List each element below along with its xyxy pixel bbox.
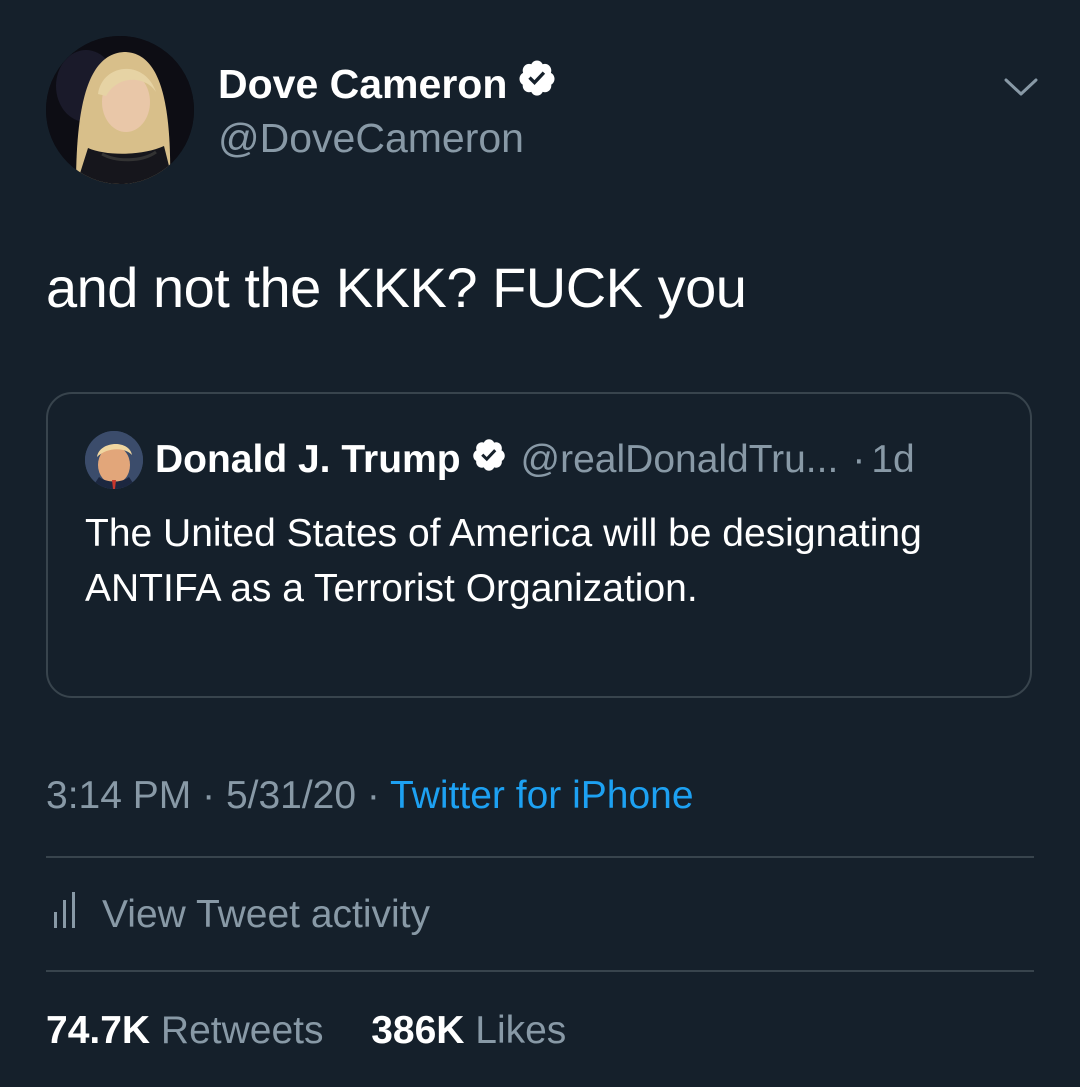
author-display-name[interactable]: Dove Cameron — [218, 58, 557, 110]
retweets-count: 74.7K — [46, 1009, 151, 1052]
author-avatar[interactable] — [46, 36, 194, 184]
likes-stat[interactable]: 386K Likes — [371, 1009, 566, 1052]
chevron-down-icon[interactable] — [1000, 70, 1042, 106]
divider — [46, 970, 1034, 972]
tweet-stats: 74.7K Retweets 386K Likes — [46, 1004, 566, 1058]
tweet-source-link[interactable]: Twitter for iPhone — [390, 774, 693, 817]
tweet-meta: 3:14 PM · 5/31/20 · Twitter for iPhone — [46, 770, 694, 822]
tweet-date: 5/31/20 — [225, 774, 357, 817]
quoted-tweet-text: The United States of America will be des… — [85, 512, 922, 610]
view-tweet-activity-button[interactable]: View Tweet activity — [52, 888, 430, 942]
tweet-text: and not the KKK? FUCK you — [46, 256, 747, 319]
separator-dot: · — [852, 438, 866, 481]
verified-badge-icon — [517, 58, 557, 110]
view-tweet-activity-label: View Tweet activity — [102, 893, 431, 936]
retweets-label: Retweets — [160, 1009, 324, 1052]
author-avatar-image — [46, 36, 194, 184]
quoted-author-handle: @realDonaldTru... — [520, 438, 839, 481]
verified-badge-icon — [471, 437, 507, 483]
quoted-tweet-header: Donald J. Trump @realDonaldTru... · 1d — [155, 434, 915, 486]
quoted-author-avatar — [85, 431, 143, 489]
likes-count: 386K — [371, 1009, 465, 1052]
divider — [46, 856, 1034, 858]
retweets-stat[interactable]: 74.7K Retweets — [46, 1009, 334, 1052]
separator-dot: · — [202, 774, 216, 817]
likes-label: Likes — [475, 1009, 567, 1052]
bar-chart-icon — [52, 890, 78, 940]
quoted-author-name: Donald J. Trump — [155, 438, 461, 481]
author-name: Dove Cameron — [218, 61, 508, 107]
tweet-time: 3:14 PM — [46, 774, 192, 817]
separator-dot: · — [366, 774, 380, 817]
quoted-tweet-card[interactable]: Donald J. Trump @realDonaldTru... · 1d T… — [46, 392, 1032, 698]
quoted-tweet-age: 1d — [871, 438, 915, 481]
author-handle[interactable]: @DoveCameron — [218, 112, 524, 164]
